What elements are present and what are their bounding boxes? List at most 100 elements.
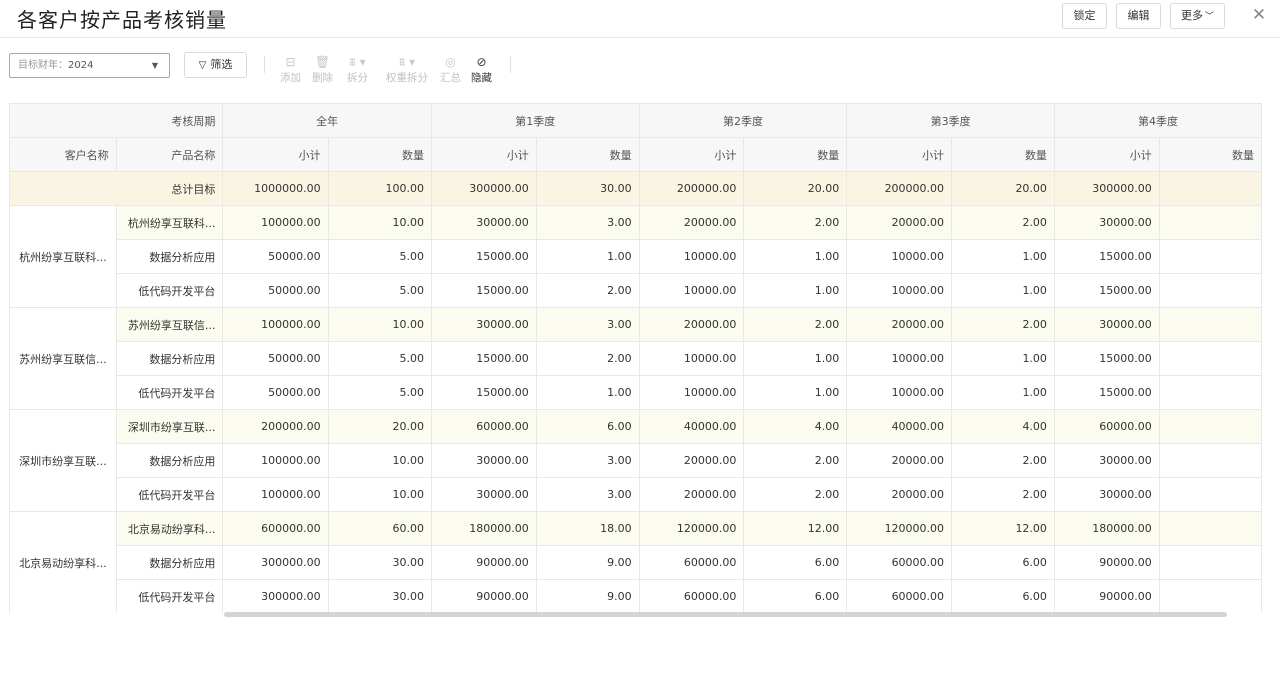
value-cell[interactable]: [1158, 273, 1262, 308]
value-cell[interactable]: 10000.00: [638, 341, 745, 376]
fiscal-year-select[interactable]: 目标财年：2024 ▼: [9, 53, 170, 78]
value-cell[interactable]: 9.00: [535, 579, 640, 613]
value-cell[interactable]: 15000.00: [1053, 375, 1160, 410]
value-cell[interactable]: 3.00: [535, 443, 640, 478]
lock-button[interactable]: 锁定: [1062, 3, 1107, 29]
value-cell[interactable]: 120000.00: [846, 511, 953, 546]
value-cell[interactable]: 20000.00: [638, 205, 745, 240]
value-cell[interactable]: 100000.00: [222, 477, 329, 512]
product-name-cell[interactable]: 北京易动纷享科...: [115, 511, 224, 546]
value-cell[interactable]: 2.00: [743, 477, 848, 512]
value-cell[interactable]: 6.00: [743, 579, 848, 613]
value-cell[interactable]: 60000.00: [1053, 409, 1160, 444]
value-cell[interactable]: 3.00: [535, 477, 640, 512]
value-cell[interactable]: 30000.00: [1053, 205, 1160, 240]
product-name-cell[interactable]: 低代码开发平台: [115, 579, 224, 613]
value-cell[interactable]: [1158, 375, 1262, 410]
value-cell[interactable]: 180000.00: [430, 511, 537, 546]
value-cell[interactable]: 6.00: [535, 409, 640, 444]
value-cell[interactable]: 5.00: [327, 375, 432, 410]
value-cell[interactable]: 12.00: [743, 511, 848, 546]
value-cell[interactable]: 15000.00: [1053, 239, 1160, 274]
value-cell[interactable]: 2.00: [951, 443, 1055, 478]
value-cell[interactable]: 6.00: [951, 545, 1055, 580]
total-value-cell[interactable]: 200000.00: [846, 171, 953, 206]
value-cell[interactable]: 100000.00: [222, 205, 329, 240]
value-cell[interactable]: 1.00: [951, 273, 1055, 308]
value-cell[interactable]: 30000.00: [1053, 477, 1160, 512]
value-cell[interactable]: 15000.00: [1053, 273, 1160, 308]
value-cell[interactable]: 2.00: [743, 205, 848, 240]
product-name-cell[interactable]: 数据分析应用: [115, 341, 224, 376]
value-cell[interactable]: 15000.00: [430, 239, 537, 274]
value-cell[interactable]: 60000.00: [846, 579, 953, 613]
value-cell[interactable]: 5.00: [327, 341, 432, 376]
value-cell[interactable]: 1.00: [743, 341, 848, 376]
product-name-cell[interactable]: 杭州纷享互联科...: [115, 205, 224, 240]
total-value-cell[interactable]: [1158, 171, 1262, 206]
value-cell[interactable]: 60000.00: [638, 545, 745, 580]
value-cell[interactable]: 6.00: [743, 545, 848, 580]
product-name-cell[interactable]: 数据分析应用: [115, 545, 224, 580]
value-cell[interactable]: 1.00: [743, 239, 848, 274]
value-cell[interactable]: 6.00: [951, 579, 1055, 613]
customer-name-cell[interactable]: 北京易动纷享科...: [9, 511, 117, 613]
value-cell[interactable]: 2.00: [951, 205, 1055, 240]
more-button[interactable]: 更多 ﹀: [1170, 3, 1225, 29]
value-cell[interactable]: 90000.00: [430, 579, 537, 613]
value-cell[interactable]: 60000.00: [430, 409, 537, 444]
value-cell[interactable]: [1158, 205, 1262, 240]
value-cell[interactable]: 40000.00: [638, 409, 745, 444]
value-cell[interactable]: 10000.00: [846, 239, 953, 274]
value-cell[interactable]: 90000.00: [430, 545, 537, 580]
value-cell[interactable]: 10.00: [327, 477, 432, 512]
value-cell[interactable]: 60000.00: [846, 545, 953, 580]
value-cell[interactable]: 100000.00: [222, 307, 329, 342]
total-value-cell[interactable]: 30.00: [535, 171, 640, 206]
hide-tool[interactable]: ⊘ 隐藏: [471, 54, 492, 85]
value-cell[interactable]: 50000.00: [222, 375, 329, 410]
value-cell[interactable]: [1158, 307, 1262, 342]
filter-button[interactable]: ▽ 筛选: [184, 52, 247, 78]
value-cell[interactable]: 20000.00: [638, 443, 745, 478]
value-cell[interactable]: 5.00: [327, 239, 432, 274]
value-cell[interactable]: 10000.00: [846, 375, 953, 410]
value-cell[interactable]: 50000.00: [222, 341, 329, 376]
value-cell[interactable]: 300000.00: [222, 579, 329, 613]
value-cell[interactable]: 60.00: [327, 511, 432, 546]
value-cell[interactable]: 120000.00: [638, 511, 745, 546]
value-cell[interactable]: 2.00: [743, 443, 848, 478]
value-cell[interactable]: 20.00: [327, 409, 432, 444]
value-cell[interactable]: 2.00: [535, 273, 640, 308]
value-cell[interactable]: 1.00: [951, 239, 1055, 274]
value-cell[interactable]: 30000.00: [1053, 307, 1160, 342]
value-cell[interactable]: 30.00: [327, 545, 432, 580]
value-cell[interactable]: 300000.00: [222, 545, 329, 580]
split-tool[interactable]: ⩩ ▾ 拆分: [347, 54, 368, 85]
value-cell[interactable]: 20000.00: [638, 307, 745, 342]
value-cell[interactable]: 2.00: [951, 477, 1055, 512]
horizontal-scrollbar[interactable]: [224, 612, 1227, 617]
value-cell[interactable]: 50000.00: [222, 273, 329, 308]
value-cell[interactable]: 5.00: [327, 273, 432, 308]
value-cell[interactable]: 10.00: [327, 443, 432, 478]
value-cell[interactable]: 30000.00: [430, 205, 537, 240]
value-cell[interactable]: 60000.00: [638, 579, 745, 613]
value-cell[interactable]: 100000.00: [222, 443, 329, 478]
product-name-cell[interactable]: 数据分析应用: [115, 239, 224, 274]
close-icon[interactable]: ✕: [1250, 5, 1268, 25]
value-cell[interactable]: 30000.00: [430, 443, 537, 478]
value-cell[interactable]: 30000.00: [430, 307, 537, 342]
value-cell[interactable]: 20000.00: [846, 307, 953, 342]
value-cell[interactable]: 90000.00: [1053, 579, 1160, 613]
value-cell[interactable]: 10000.00: [638, 375, 745, 410]
value-cell[interactable]: 15000.00: [430, 375, 537, 410]
delete-tool[interactable]: 🗑 删除: [312, 54, 333, 85]
product-name-cell[interactable]: 深圳市纷享互联...: [115, 409, 224, 444]
total-value-cell[interactable]: 20.00: [951, 171, 1055, 206]
value-cell[interactable]: 30.00: [327, 579, 432, 613]
value-cell[interactable]: [1158, 341, 1262, 376]
value-cell[interactable]: 1.00: [535, 239, 640, 274]
value-cell[interactable]: 20000.00: [846, 443, 953, 478]
value-cell[interactable]: 2.00: [743, 307, 848, 342]
